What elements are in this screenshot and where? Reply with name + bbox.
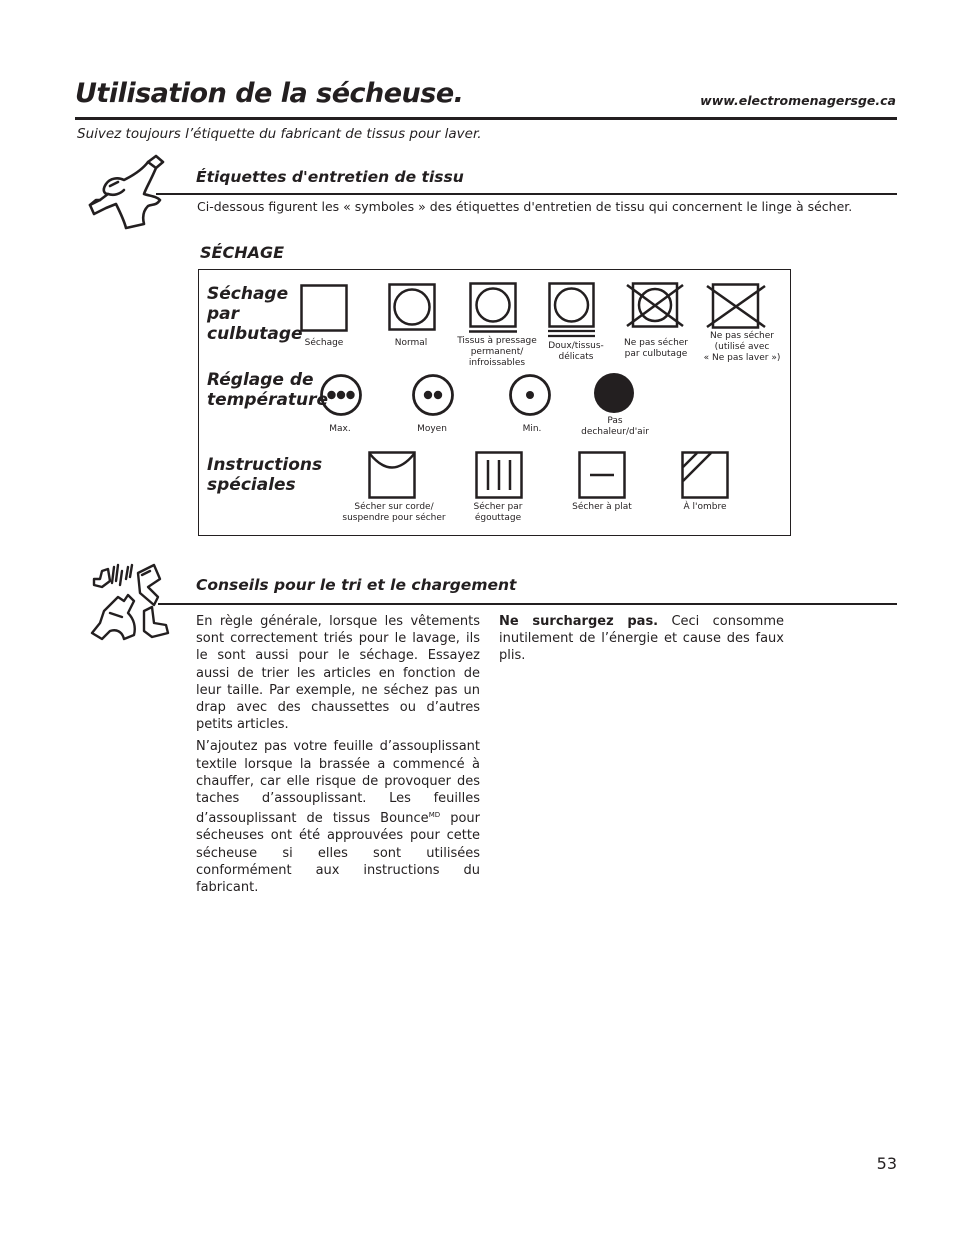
title-divider [75, 117, 897, 120]
circle-three-dots-icon [319, 373, 363, 417]
page-subtitle: Suivez toujours l’étiquette du fabricant… [77, 126, 482, 142]
sorting-divider [158, 603, 897, 605]
symbol-label: Ne pas sécher par culbutage [623, 338, 689, 359]
row-label-temperature: Réglage de température [207, 370, 329, 410]
care-labels-divider [156, 193, 897, 195]
symbol-label: Tissus à pressage permanent/ infroissabl… [457, 336, 537, 368]
overload-warning: Ne surchargez pas. Ceci consomme inutile… [499, 614, 784, 664]
filled-circle-icon [593, 372, 635, 414]
square-circle-one-bar-icon [469, 282, 517, 334]
symbol-label: Pas dechaleur/d'air [581, 416, 649, 437]
sorting-right-column: Ne surchargez pas. Ceci consomme inutile… [499, 613, 784, 670]
square-drip-dry-icon [475, 451, 523, 499]
row-label-special-instructions: Instructions spéciales [207, 455, 323, 495]
square-icon [300, 284, 348, 332]
symbol-label: Ne pas sécher (utilisé avec « Ne pas lav… [703, 331, 781, 363]
website-url[interactable]: www.electromenagersge.ca [700, 93, 896, 108]
symbol-label: Doux/tissus- délicats [548, 341, 604, 362]
sorting-paragraph-1: En règle générale, lorsque les vêtements… [196, 614, 480, 733]
sorting-heading: Conseils pour le tri et le chargement [196, 576, 517, 594]
sorting-paragraph-2: N’ajoutez pas votre feuille d’assoupliss… [196, 739, 480, 896]
symbol-label: Min. [522, 424, 542, 434]
square-shade-icon [681, 451, 729, 499]
circle-one-dot-icon [508, 373, 552, 417]
symbol-label: Moyen [417, 424, 447, 434]
page-number: 53 [876, 1154, 897, 1173]
sorting-left-column: En règle générale, lorsque les vêtements… [196, 613, 480, 901]
square-circle-crossed-icon [625, 282, 687, 330]
page-title: Utilisation de la sécheuse. [75, 78, 464, 109]
symbol-label: Sécher à plat [572, 502, 632, 512]
symbol-label: Max. [329, 424, 351, 434]
symbol-label: À l'ombre [683, 502, 727, 512]
drying-table-title: SÉCHAGE [200, 243, 285, 262]
square-circle-icon [388, 283, 436, 331]
square-dry-flat-icon [578, 451, 626, 499]
row-label-tumble-dry: Séchage par culbutage [207, 284, 303, 344]
square-circle-two-bars-icon [548, 282, 596, 338]
care-labels-intro: Ci-dessous figurent les « symboles » des… [197, 199, 853, 214]
symbol-label: Séchage [304, 338, 344, 348]
care-labels-heading: Étiquettes d'entretien de tissu [196, 168, 464, 186]
square-crossed-icon [705, 283, 767, 331]
circle-two-dots-icon [411, 373, 455, 417]
tumbling-shirt-icon [86, 150, 166, 232]
square-line-dry-icon [368, 451, 416, 499]
symbol-label: Sécher par égouttage [473, 502, 523, 523]
symbol-label: Sécher sur corde/ suspendre pour sécher [342, 502, 446, 523]
symbol-label: Normal [394, 338, 428, 348]
